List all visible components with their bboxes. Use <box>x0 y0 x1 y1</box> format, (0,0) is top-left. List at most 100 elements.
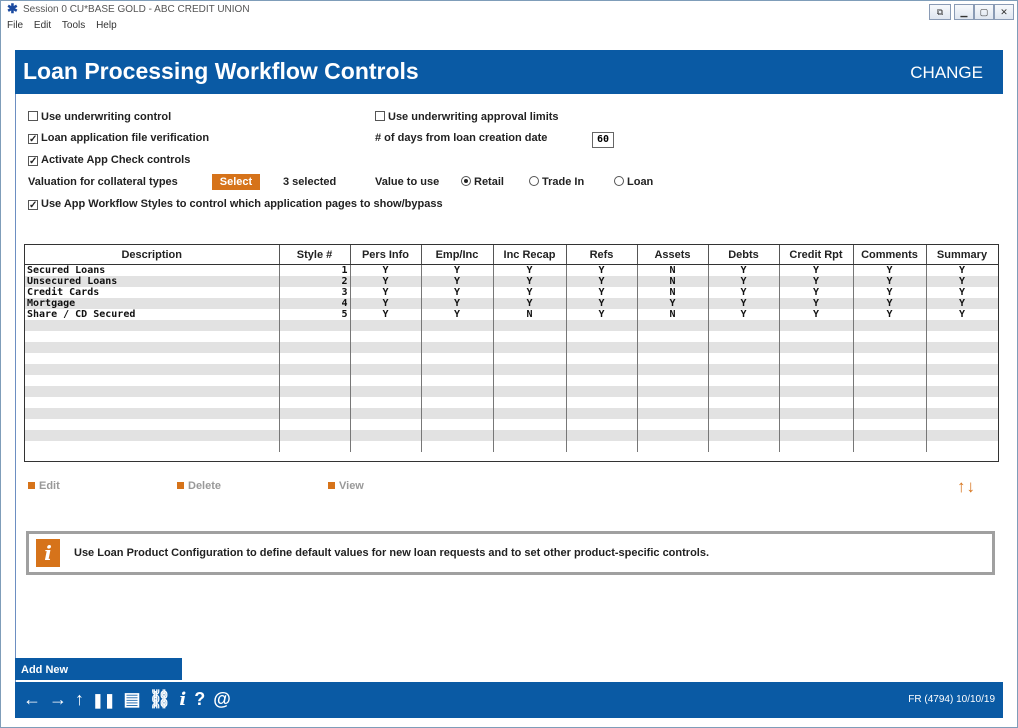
table-cell <box>566 320 638 331</box>
menu-tools[interactable]: Tools <box>62 20 85 31</box>
table-cell <box>566 397 638 408</box>
table-cell: Y <box>421 276 494 287</box>
table-row[interactable]: Secured Loans 1 Y Y Y Y N Y Y Y Y <box>25 264 998 276</box>
table-cell <box>421 386 494 397</box>
table-cell <box>637 386 709 397</box>
table-body: Secured Loans 1 Y Y Y Y N Y Y Y Y Unsecured Loans 2 Y… <box>25 264 998 452</box>
table-row[interactable]: Unsecured Loans 2 Y Y Y Y N Y Y Y Y <box>25 276 998 287</box>
use-underwriting-approval-limits-checkbox[interactable] <box>375 111 385 121</box>
edit-action[interactable]: Edit <box>28 480 60 492</box>
use-underwriting-approval-limits-option[interactable]: Use underwriting approval limits <box>375 111 559 123</box>
radio-loan[interactable] <box>614 176 624 186</box>
maximize-button[interactable]: ▢ <box>974 4 994 20</box>
restore-session-icon[interactable]: ⧉ <box>929 4 951 20</box>
table-cell <box>708 408 780 419</box>
info-italic-icon[interactable]: i <box>179 689 186 710</box>
table-cell: Y <box>493 264 567 276</box>
table-cell <box>779 320 854 331</box>
use-app-workflow-styles-checkbox[interactable]: ✓ <box>28 200 38 211</box>
table-cell <box>853 364 927 375</box>
loan-app-file-verification-option[interactable]: ✓ Loan application file verification <box>28 132 209 145</box>
table-row[interactable] <box>25 441 998 452</box>
table-row[interactable] <box>25 408 998 419</box>
table-cell <box>25 419 280 430</box>
table-cell <box>493 408 567 419</box>
up-arrow-icon[interactable]: ↑ <box>75 689 84 709</box>
use-app-workflow-styles-option[interactable]: ✓ Use App Workflow Styles to control whic… <box>28 198 443 211</box>
use-underwriting-control-option[interactable]: Use underwriting control <box>28 111 171 123</box>
workflow-styles-grid: Description Style # Pers Info Emp/Inc In… <box>25 245 998 452</box>
use-underwriting-control-checkbox[interactable] <box>28 111 38 121</box>
table-cell <box>350 419 422 430</box>
delete-action[interactable]: Delete <box>177 480 221 492</box>
table-cell: Y <box>853 264 927 276</box>
table-cell <box>779 397 854 408</box>
edit-bullet-icon <box>28 482 35 489</box>
menu-edit[interactable]: Edit <box>34 20 51 31</box>
table-cell <box>566 441 638 452</box>
table-cell <box>926 441 998 452</box>
table-row[interactable] <box>25 353 998 364</box>
table-row[interactable]: Share / CD Secured 5 Y Y N Y N Y Y Y Y <box>25 309 998 320</box>
move-down-icon[interactable]: ↓ <box>967 477 977 496</box>
radio-retail-option[interactable]: Retail <box>461 176 504 188</box>
table-cell <box>421 364 494 375</box>
table-cell: Y <box>350 264 422 276</box>
table-row[interactable] <box>25 397 998 408</box>
workflow-styles-table[interactable]: Description Style # Pers Info Emp/Inc In… <box>24 244 999 462</box>
activate-app-check-option[interactable]: ✓ Activate App Check controls <box>28 154 190 167</box>
table-cell: Y <box>779 276 854 287</box>
radio-trade-in-option[interactable]: Trade In <box>529 176 584 188</box>
link-icon[interactable]: ⛓ <box>148 689 171 709</box>
table-cell: N <box>637 264 709 276</box>
table-cell <box>25 331 280 342</box>
minimize-button[interactable]: ▁ <box>954 4 974 20</box>
table-row[interactable]: Credit Cards 3 Y Y Y Y N Y Y Y Y <box>25 287 998 298</box>
col-summary: Summary <box>926 245 998 265</box>
radio-loan-option[interactable]: Loan <box>614 176 653 188</box>
table-row[interactable]: Mortgage 4 Y Y Y Y Y Y Y Y Y <box>25 298 998 309</box>
table-cell <box>926 375 998 386</box>
back-arrow-icon[interactable]: ← <box>23 689 41 709</box>
view-action[interactable]: View <box>328 480 364 492</box>
table-row[interactable] <box>25 386 998 397</box>
menu-file[interactable]: File <box>7 20 23 31</box>
table-cell <box>853 375 927 386</box>
table-cell <box>350 353 422 364</box>
table-row[interactable] <box>25 375 998 386</box>
move-up-icon[interactable]: ↑ <box>957 477 967 496</box>
view-bullet-icon <box>328 482 335 489</box>
loan-app-file-verification-checkbox[interactable]: ✓ <box>28 134 38 145</box>
table-cell <box>708 342 780 353</box>
print-icon[interactable]: ▤ <box>123 689 140 709</box>
table-cell: Y <box>926 264 998 276</box>
help-icon[interactable]: ? <box>194 689 205 709</box>
close-button[interactable]: ✕ <box>994 4 1014 20</box>
table-cell: Y <box>421 309 494 320</box>
table-cell <box>279 441 351 452</box>
forward-arrow-icon[interactable]: → <box>49 689 67 709</box>
table-cell <box>25 364 280 375</box>
radio-retail[interactable] <box>461 176 471 186</box>
table-cell: Y <box>926 298 998 309</box>
table-row[interactable] <box>25 320 998 331</box>
table-row[interactable] <box>25 430 998 441</box>
menu-help[interactable]: Help <box>96 20 117 31</box>
table-cell <box>279 430 351 441</box>
at-icon[interactable]: @ <box>213 689 231 709</box>
table-cell: Y <box>853 287 927 298</box>
pause-icon[interactable]: ❚❚ <box>92 692 115 708</box>
table-row[interactable] <box>25 419 998 430</box>
table-cell <box>853 397 927 408</box>
table-row[interactable] <box>25 331 998 342</box>
add-new-button[interactable]: Add New <box>15 658 182 680</box>
table-cell <box>779 386 854 397</box>
radio-trade-in[interactable] <box>529 176 539 186</box>
select-collateral-button[interactable]: Select <box>212 174 260 190</box>
col-refs: Refs <box>566 245 638 265</box>
activate-app-check-checkbox[interactable]: ✓ <box>28 156 38 167</box>
days-input[interactable]: 60 <box>592 132 614 148</box>
table-row[interactable] <box>25 364 998 375</box>
table-row[interactable] <box>25 342 998 353</box>
delete-label: Delete <box>188 480 222 492</box>
